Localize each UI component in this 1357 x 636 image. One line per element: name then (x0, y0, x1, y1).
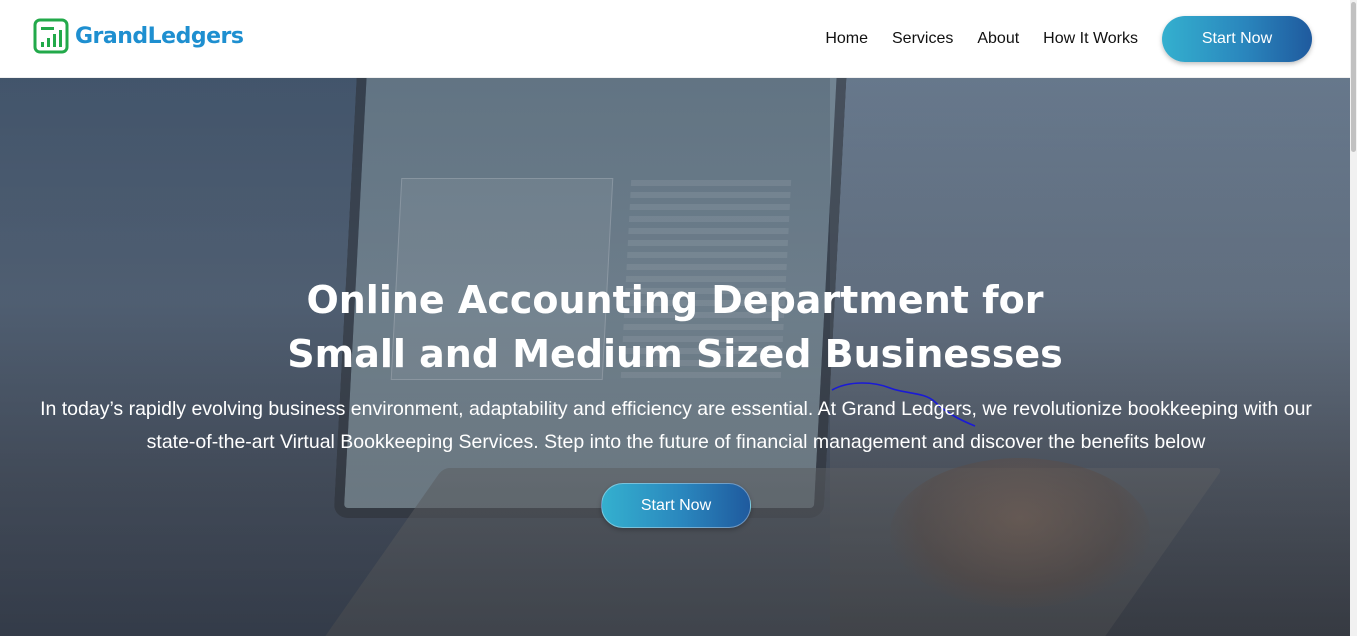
hero-title-line1: Online Accounting Department for (306, 278, 1044, 322)
page: GrandLedgers Home Services About How It … (0, 0, 1357, 636)
brand-logo[interactable]: GrandLedgers (33, 18, 244, 54)
scrollbar-thumb[interactable] (1351, 2, 1356, 152)
hero-start-now-button[interactable]: Start Now (601, 483, 751, 528)
bar-chart-icon (33, 18, 69, 54)
hero-section: Online Accounting Department for Small a… (0, 78, 1350, 636)
nav-home[interactable]: Home (825, 30, 868, 48)
header-start-now-button[interactable]: Start Now (1162, 16, 1312, 62)
hero-description: In today’s rapidly evolving business env… (40, 398, 1312, 453)
nav-how-it-works[interactable]: How It Works (1043, 30, 1138, 48)
main-nav: Home Services About How It Works Start N… (825, 16, 1312, 62)
hero-title: Online Accounting Department for Small a… (0, 273, 1350, 381)
nav-about[interactable]: About (977, 30, 1019, 48)
page-scrollbar[interactable] (1350, 0, 1357, 636)
nav-services[interactable]: Services (892, 30, 953, 48)
hero-background-hand (890, 458, 1150, 608)
site-header: GrandLedgers Home Services About How It … (0, 0, 1350, 78)
hero-title-line2: Small and Medium Sized Businesses (287, 332, 1063, 376)
brand-name: GrandLedgers (75, 23, 244, 49)
